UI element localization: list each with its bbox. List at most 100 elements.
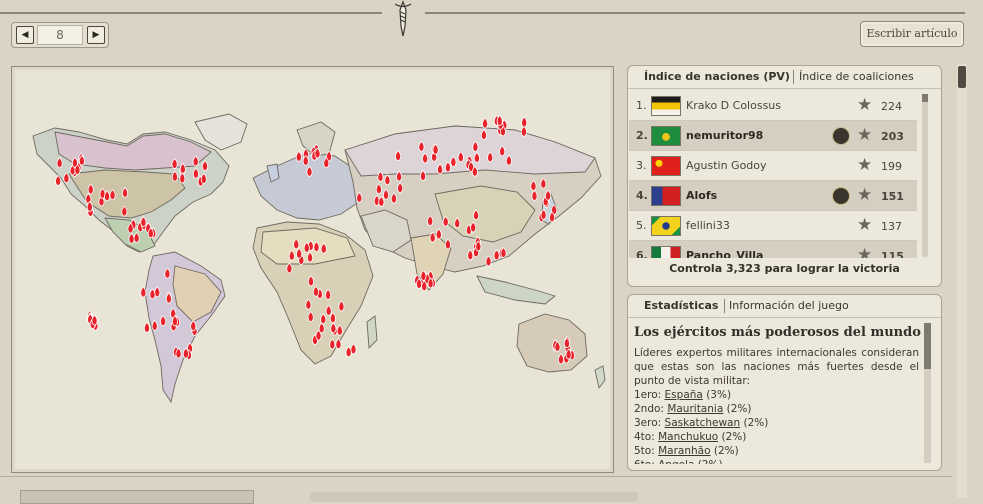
entry-percent: (2%) <box>726 403 752 415</box>
top-header: ◀ 8 ▶ Escribir artículo <box>0 0 983 58</box>
player-name[interactable]: Agustin Godoy <box>686 159 767 172</box>
player-name[interactable]: Krako D Colossus <box>686 99 781 112</box>
nation-flag-icon <box>651 246 681 258</box>
quill-emblem-icon <box>394 0 412 37</box>
se-asia-islands <box>476 275 556 305</box>
tab-nation-ranking[interactable]: Índice de naciones (PV) <box>644 70 790 83</box>
ranking-entry: 2ndo: Mauritania (2%) <box>634 402 919 416</box>
rank-number: 5. <box>636 219 647 232</box>
entry-place: 1ero: <box>634 389 662 401</box>
entry-nation-link[interactable]: Angola <box>658 459 694 464</box>
entry-nation-link[interactable]: Saskatchewan <box>665 417 741 429</box>
star-icon: ★ <box>857 125 873 145</box>
victory-points: 199 <box>881 160 902 173</box>
victory-points: 203 <box>881 130 904 143</box>
victory-points: 151 <box>881 190 904 203</box>
statistics-scrollbar[interactable] <box>924 323 931 463</box>
world-map-canvas[interactable] <box>15 70 610 469</box>
army-marker-icon[interactable] <box>520 125 527 137</box>
statistics-heading: Los ejércitos más poderosos del mundo <box>634 325 921 340</box>
ranking-row[interactable]: 3. Agustin Godoy ★ 199 <box>629 151 917 181</box>
army-marker-icon[interactable] <box>482 117 489 129</box>
player-name[interactable]: nemuritor98 <box>686 129 763 142</box>
nation-flag-icon <box>651 156 681 176</box>
ranking-row[interactable]: 4. Alofs ★ 151 <box>629 181 917 211</box>
army-marker-icon[interactable] <box>143 321 150 333</box>
nation-ranking-panel: Índice de naciones (PV) Índice de coalic… <box>627 65 942 287</box>
entry-place: 3ero: <box>634 417 662 429</box>
ranking-entry: 5to: Maranhão (2%) <box>634 444 919 458</box>
rank-number: 1. <box>636 99 647 112</box>
victory-condition-text: Controla 3,323 para lograr la victoria <box>669 262 900 275</box>
entry-percent: (2%) <box>721 431 747 443</box>
day-selector: ◀ 8 ▶ <box>11 22 109 48</box>
entry-percent: (3%) <box>706 389 732 401</box>
madagascar-landmass <box>366 315 378 350</box>
entry-place: 4to: <box>634 431 655 443</box>
statistics-entries: 1ero: España (3%) 2ndo: Mauritania (2%) 3e… <box>634 388 919 464</box>
header-divider-left <box>0 12 382 14</box>
rank-number: 3. <box>636 159 647 172</box>
entry-nation-link[interactable]: Manchukuo <box>658 431 718 443</box>
medal-icon <box>832 127 850 145</box>
nation-flag-icon <box>651 216 681 236</box>
entry-place: 2ndo: <box>634 403 664 415</box>
statistics-panel: Estadísticas Información del juego Los e… <box>627 294 942 471</box>
ranking-entry: 4to: Manchukuo (2%) <box>634 430 919 444</box>
ranking-entry: 6to: Angola (2%) <box>634 458 919 464</box>
entry-place: 6to: <box>634 459 655 464</box>
bottom-panel-left <box>20 490 254 504</box>
medal-icon <box>832 187 850 205</box>
player-name[interactable]: fellini33 <box>686 219 730 232</box>
ranking-scrollbar[interactable] <box>922 94 928 257</box>
player-name[interactable]: Alofs <box>686 189 717 202</box>
entry-percent: (2%) <box>698 459 723 464</box>
nation-flag-icon <box>651 186 681 206</box>
ranking-entry: 1ero: España (3%) <box>634 388 919 402</box>
statistics-tabs: Estadísticas Información del juego <box>628 295 941 318</box>
ranking-list[interactable]: 1. Krako D Colossus ★ 224 2. nemuritor98 ★ 203 3… <box>629 91 925 258</box>
star-icon: ★ <box>857 245 873 258</box>
tab-divider <box>724 299 725 313</box>
army-marker-icon[interactable] <box>521 116 528 128</box>
write-article-button[interactable]: Escribir artículo <box>860 21 964 47</box>
statistics-body: Líderes expertos militares internacional… <box>634 346 919 464</box>
triangle-left-icon: ◀ <box>21 30 29 40</box>
bottom-divider <box>0 476 952 477</box>
tab-divider <box>793 70 794 84</box>
tab-game-info[interactable]: Información del juego <box>729 299 849 312</box>
rank-number: 4. <box>636 189 648 202</box>
star-icon: ★ <box>857 155 873 175</box>
next-day-button[interactable]: ▶ <box>87 26 105 44</box>
victory-points: 137 <box>881 220 902 233</box>
bottom-panel-right <box>310 492 638 502</box>
world-map[interactable] <box>11 66 614 473</box>
entry-nation-link[interactable]: España <box>665 389 703 401</box>
nation-flag-icon <box>651 126 681 146</box>
entry-nation-link[interactable]: Maranhão <box>658 445 710 457</box>
entry-percent: (2%) <box>743 417 769 429</box>
ranking-row[interactable]: 2. nemuritor98 ★ 203 <box>629 121 917 151</box>
player-name[interactable]: Pancho_Villa <box>686 249 763 258</box>
army-marker-icon[interactable] <box>295 150 302 162</box>
new-zealand-landmass <box>594 365 606 390</box>
ranking-entry: 3ero: Saskatchewan (2%) <box>634 416 919 430</box>
ranking-row[interactable]: 6. Pancho_Villa ★ 115 <box>629 241 917 258</box>
victory-points: 115 <box>881 250 904 258</box>
day-number-field[interactable]: 8 <box>37 25 83 45</box>
victory-points: 224 <box>881 100 902 113</box>
entry-percent: (2%) <box>713 445 739 457</box>
previous-day-button[interactable]: ◀ <box>16 26 34 44</box>
header-divider-right <box>425 12 965 14</box>
star-icon: ★ <box>857 215 873 235</box>
star-icon: ★ <box>857 95 873 115</box>
star-icon: ★ <box>857 185 873 205</box>
entry-place: 5to: <box>634 445 655 457</box>
tab-statistics[interactable]: Estadísticas <box>644 299 718 312</box>
ranking-row[interactable]: 1. Krako D Colossus ★ 224 <box>629 91 917 121</box>
entry-nation-link[interactable]: Mauritania <box>667 403 723 415</box>
tab-coalition-ranking[interactable]: Índice de coaliciones <box>799 70 914 83</box>
ranking-row[interactable]: 5. fellini33 ★ 137 <box>629 211 917 241</box>
triangle-right-icon: ▶ <box>92 30 100 40</box>
page-scrollbar[interactable] <box>957 64 967 498</box>
